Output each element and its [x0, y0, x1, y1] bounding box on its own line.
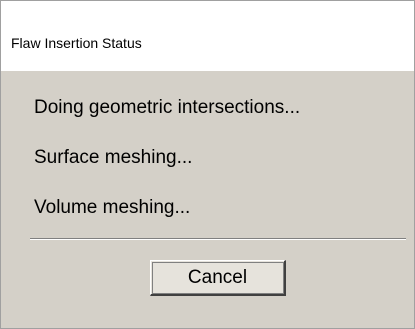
separator-line [30, 238, 406, 240]
cancel-button[interactable]: Cancel [150, 260, 286, 296]
dialog-titlebar[interactable]: Flaw Insertion Status [1, 1, 414, 71]
dialog-title: Flaw Insertion Status [11, 35, 142, 51]
status-line-volume-meshing: Volume meshing... [34, 197, 191, 218]
status-dialog: Flaw Insertion Status Doing geometric in… [0, 0, 415, 329]
status-line-geometric-intersections: Doing geometric intersections... [34, 97, 301, 118]
status-line-surface-meshing: Surface meshing... [34, 147, 193, 168]
